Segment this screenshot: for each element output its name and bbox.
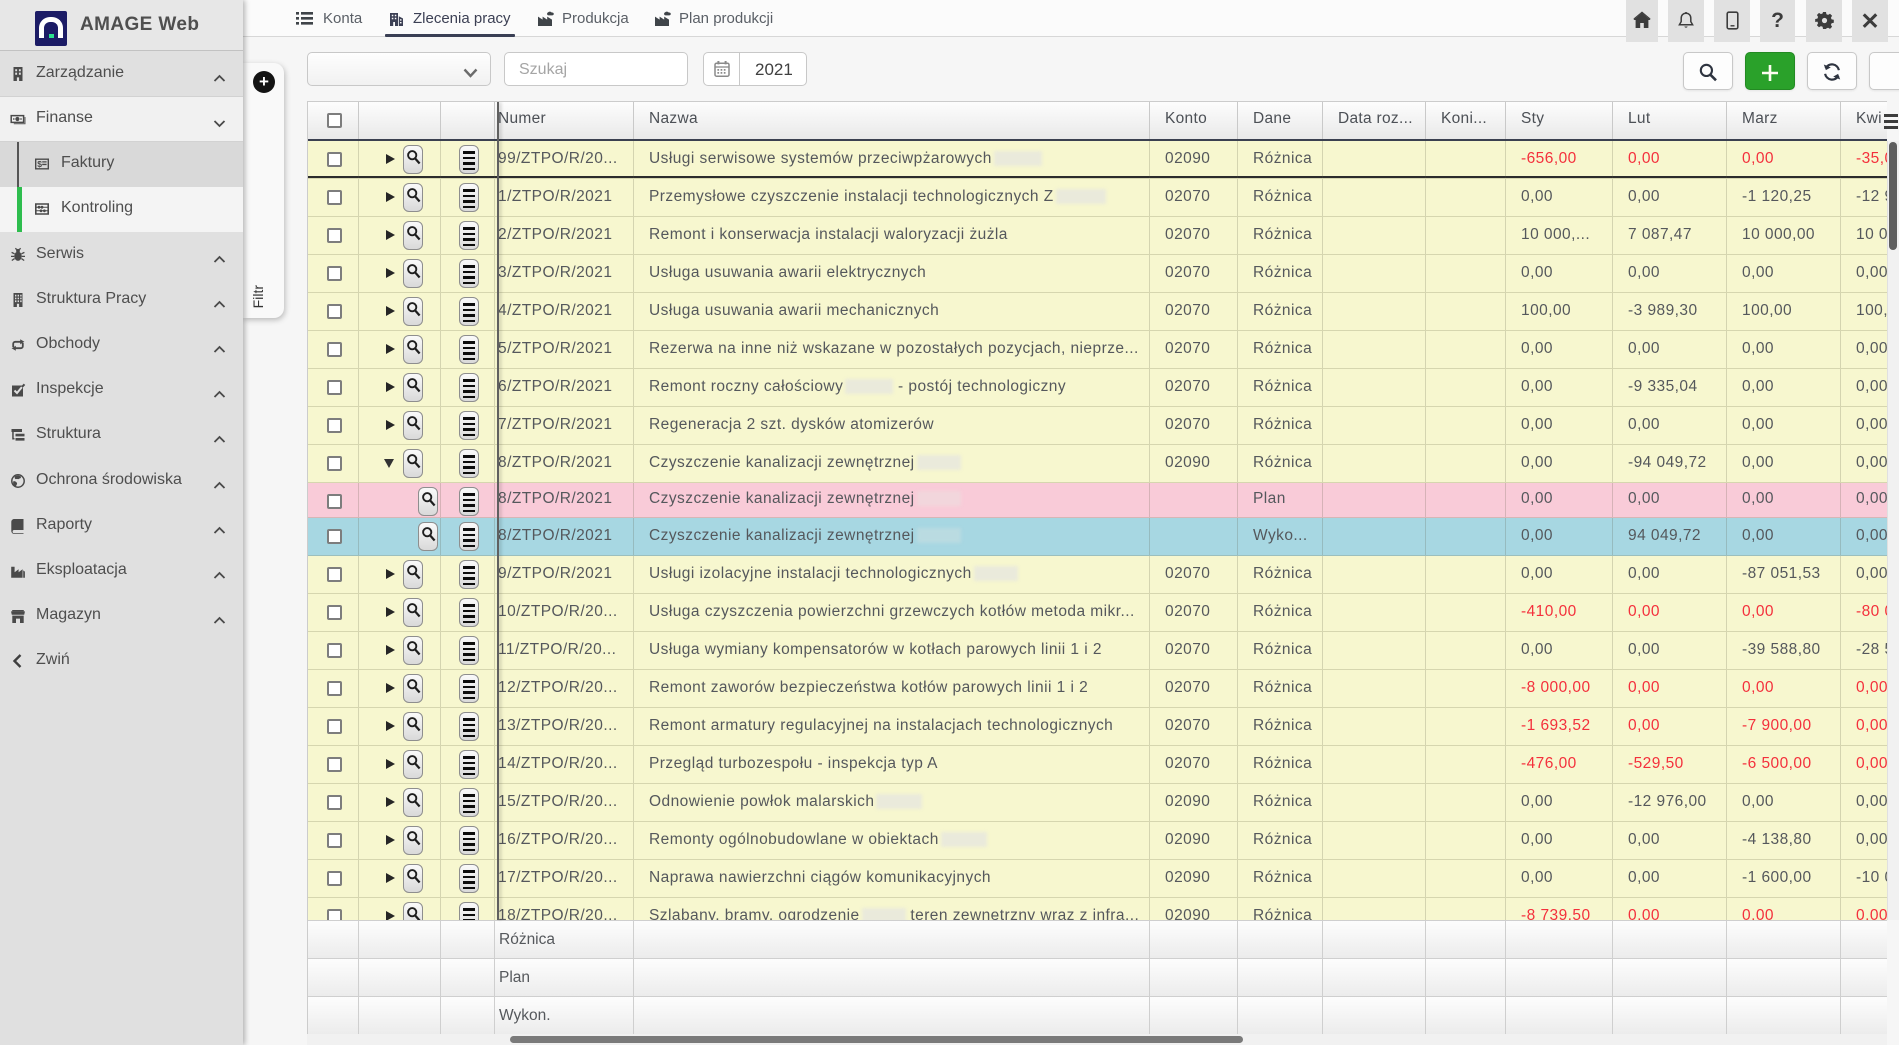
svg-text:$: $ (37, 159, 42, 169)
